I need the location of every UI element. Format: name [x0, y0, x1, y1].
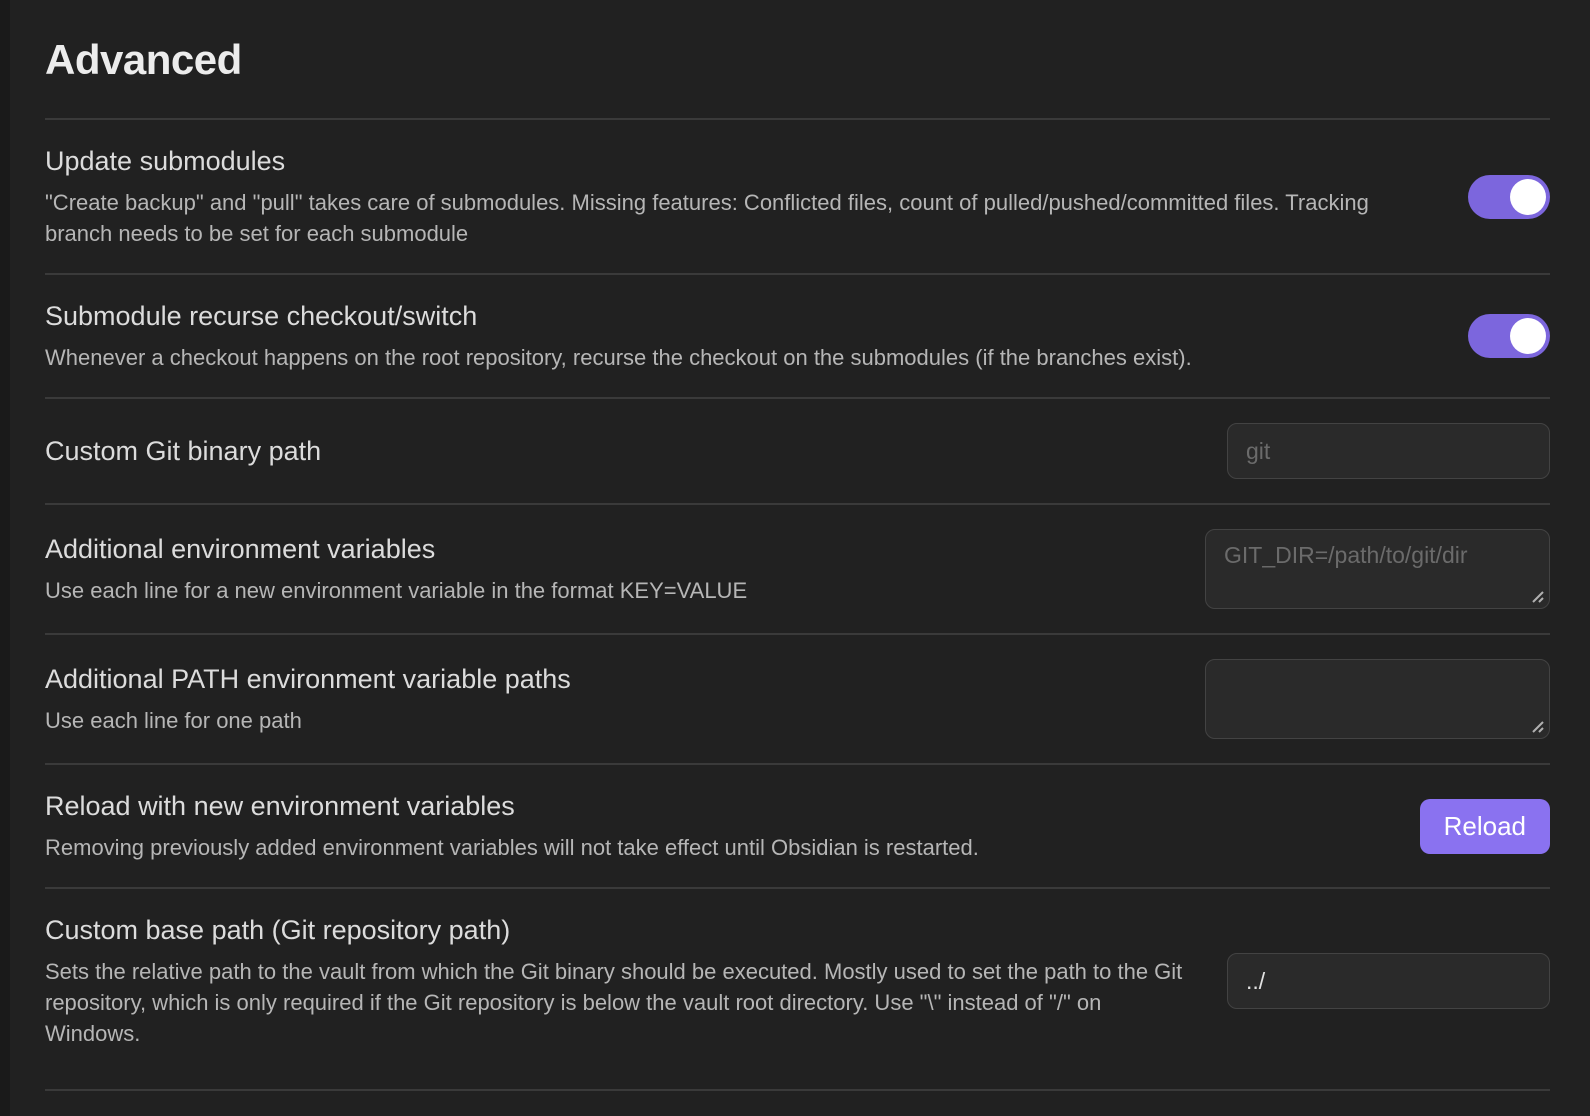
setting-info: Update submodules "Create backup" and "p…: [45, 144, 1468, 249]
setting-info: Additional environment variables Use eac…: [45, 532, 1205, 606]
update-submodules-toggle[interactable]: [1468, 175, 1550, 219]
setting-info: Custom Git binary path: [45, 434, 1227, 469]
setting-update-submodules: Update submodules "Create backup" and "p…: [45, 118, 1550, 273]
setting-name: Additional environment variables: [45, 532, 1165, 567]
custom-base-path-input[interactable]: [1227, 953, 1550, 1009]
setting-description: Whenever a checkout happens on the root …: [45, 342, 1428, 373]
setting-control: [1227, 423, 1550, 479]
setting-submodule-recurse: Submodule recurse checkout/switch Whenev…: [45, 273, 1550, 397]
setting-info: Reload with new environment variables Re…: [45, 789, 1420, 863]
pane-left-edge: [0, 0, 10, 1116]
git-binary-path-input[interactable]: [1227, 423, 1550, 479]
setting-control: [1205, 659, 1550, 739]
resize-handle-icon[interactable]: [1529, 588, 1545, 604]
section-divider: [45, 1089, 1550, 1091]
path-variable-paths-textarea[interactable]: [1205, 659, 1550, 739]
setting-info: Additional PATH environment variable pat…: [45, 662, 1205, 736]
submodule-recurse-toggle[interactable]: [1468, 314, 1550, 358]
setting-name: Additional PATH environment variable pat…: [45, 662, 1165, 697]
setting-reload-env: Reload with new environment variables Re…: [45, 763, 1550, 887]
setting-control: [1468, 175, 1550, 219]
resize-handle-icon[interactable]: [1529, 718, 1545, 734]
setting-env-variables: Additional environment variables Use eac…: [45, 503, 1550, 633]
setting-description: Use each line for a new environment vari…: [45, 575, 1165, 606]
setting-name: Update submodules: [45, 144, 1428, 179]
settings-advanced-section: Advanced Update submodules "Create backu…: [45, 0, 1550, 1091]
setting-name: Reload with new environment variables: [45, 789, 1380, 824]
setting-info: Submodule recurse checkout/switch Whenev…: [45, 299, 1468, 373]
setting-control: Reload: [1420, 799, 1550, 854]
setting-name: Custom Git binary path: [45, 434, 1187, 469]
setting-control: [1205, 529, 1550, 609]
setting-description: "Create backup" and "pull" takes care of…: [45, 187, 1428, 249]
setting-custom-base-path: Custom base path (Git repository path) S…: [45, 887, 1550, 1089]
setting-info: Custom base path (Git repository path) S…: [45, 913, 1227, 1049]
setting-description: Use each line for one path: [45, 705, 1165, 736]
page-title: Advanced: [45, 0, 1550, 118]
setting-control: [1468, 314, 1550, 358]
reload-button[interactable]: Reload: [1420, 799, 1550, 854]
toggle-knob: [1510, 179, 1546, 215]
setting-name: Submodule recurse checkout/switch: [45, 299, 1428, 334]
setting-description: Sets the relative path to the vault from…: [45, 956, 1187, 1049]
setting-git-binary-path: Custom Git binary path: [45, 397, 1550, 503]
env-variables-textarea[interactable]: [1205, 529, 1550, 609]
setting-name: Custom base path (Git repository path): [45, 913, 1187, 948]
setting-control: [1227, 953, 1550, 1009]
toggle-knob: [1510, 318, 1546, 354]
setting-description: Removing previously added environment va…: [45, 832, 1380, 863]
setting-path-variable-paths: Additional PATH environment variable pat…: [45, 633, 1550, 763]
